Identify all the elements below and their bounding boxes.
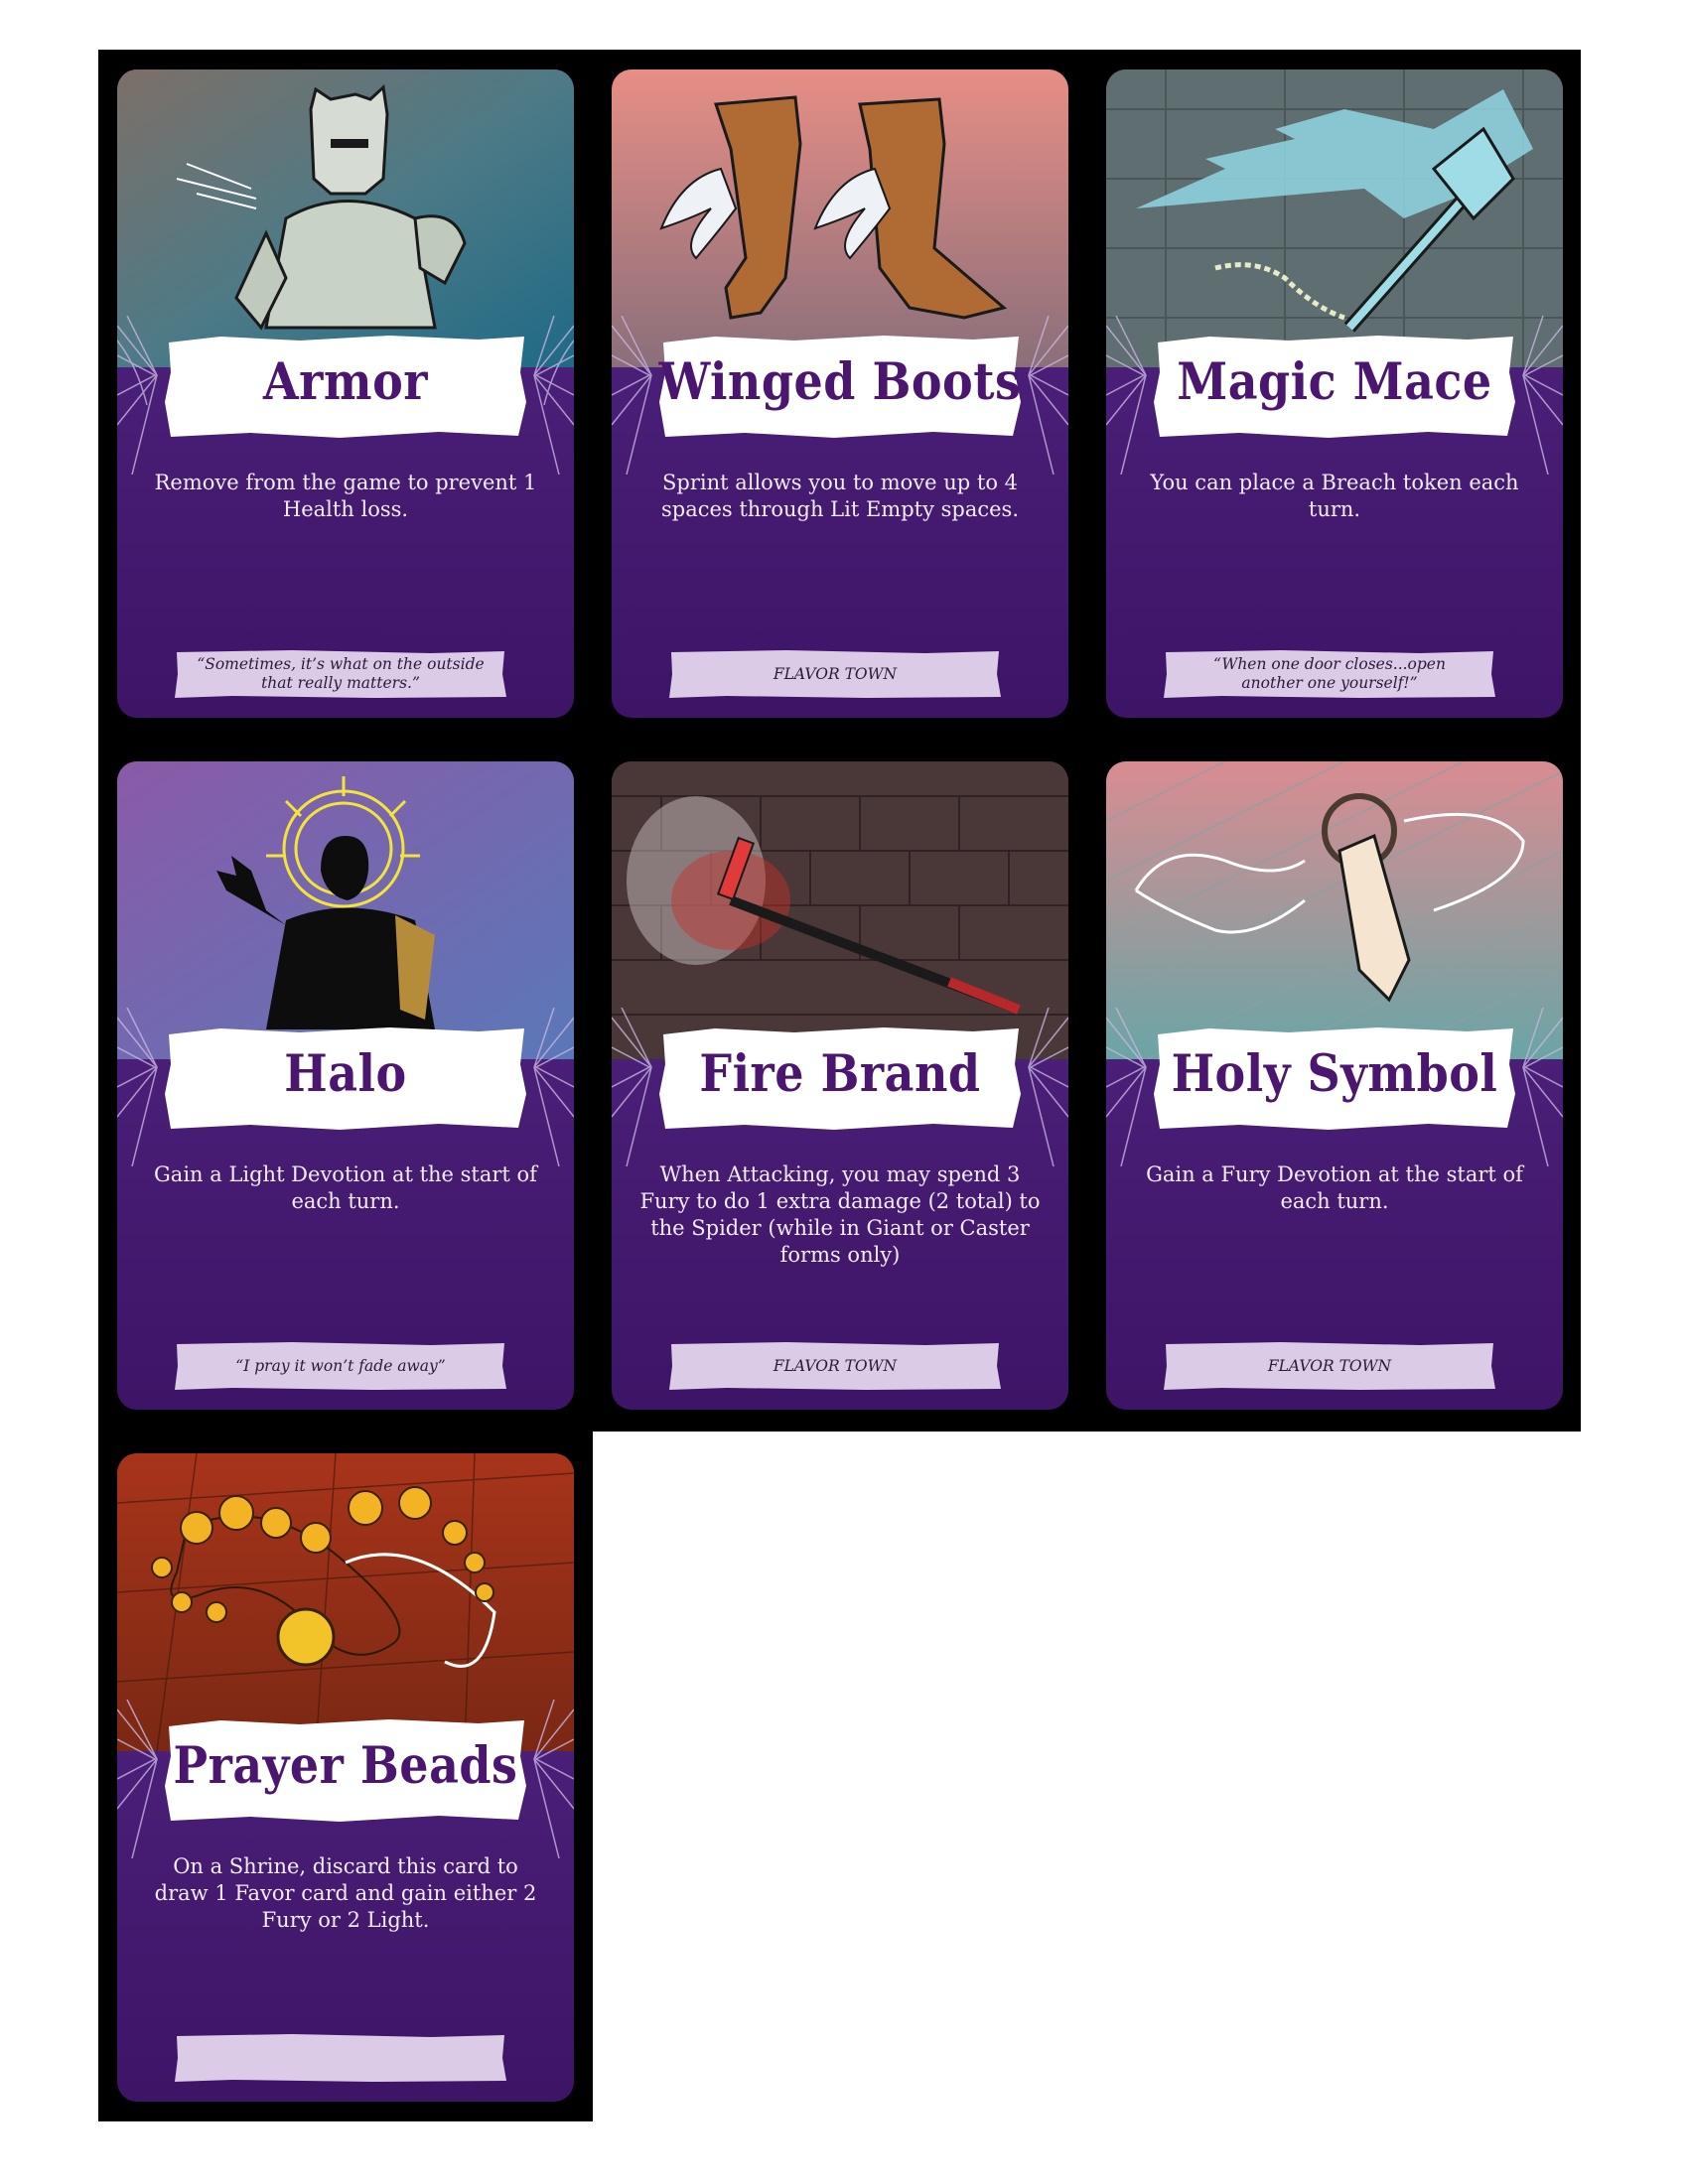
card-title: Magic Mace	[1177, 350, 1492, 412]
card-title: Prayer Beads	[173, 1734, 518, 1796]
card-title: Fire Brand	[699, 1042, 981, 1104]
card-holy-symbol[interactable]: Holy Symbol Gain a Fury Devotion at the …	[1106, 761, 1563, 1410]
flavor-text: FLAVOR TOWN	[773, 664, 898, 683]
card-title: Holy Symbol	[1171, 1042, 1498, 1104]
flavor-banner	[173, 2032, 508, 2084]
card-description: When Attacking, you may spend 3 Fury to …	[639, 1162, 1041, 1267]
flavor-banner: FLAVOR TOWN	[667, 1340, 1003, 1392]
flavor-banner: “Sometimes, it’s what on the outside tha…	[173, 648, 508, 700]
card-title: Halo	[284, 1042, 407, 1104]
flavor-banner: “When one door closes...open another one…	[1162, 648, 1497, 700]
card-description: Gain a Light Devotion at the start of ea…	[154, 1162, 537, 1213]
title-banner: Armor	[161, 333, 530, 440]
card-description: You can place a Breach token each turn.	[1150, 471, 1519, 521]
card-title: Winged Boots	[658, 350, 1022, 412]
flavor-text: “I pray it won’t fade away”	[235, 1356, 446, 1375]
title-banner: Winged Boots	[655, 333, 1025, 440]
card-description: Gain a Fury Devotion at the start of eac…	[1146, 1162, 1523, 1213]
flavor-banner: FLAVOR TOWN	[667, 648, 1003, 700]
card-fire-brand[interactable]: Fire Brand When Attacking, you may spend…	[612, 761, 1068, 1410]
card-description: Remove from the game to prevent 1 Health…	[154, 471, 537, 521]
flavor-text: “Sometimes, it’s what on the outside tha…	[197, 655, 485, 692]
title-banner: Fire Brand	[655, 1024, 1025, 1132]
card-title: Armor	[262, 350, 428, 412]
card-winged-boots[interactable]: Winged Boots Sprint allows you to move u…	[612, 69, 1068, 718]
title-banner: Magic Mace	[1150, 333, 1519, 440]
flavor-banner: FLAVOR TOWN	[1162, 1340, 1497, 1392]
title-banner: Holy Symbol	[1150, 1024, 1519, 1132]
flavor-text: “When one door closes...open another one…	[1213, 655, 1446, 692]
card-magic-mace[interactable]: Magic Mace You can place a Breach token …	[1106, 69, 1563, 718]
card-description: On a Shrine, discard this card to draw 1…	[154, 1854, 537, 1932]
flavor-text: FLAVOR TOWN	[773, 1356, 898, 1375]
flavor-text	[193, 2032, 489, 2084]
title-banner: Halo	[161, 1024, 530, 1132]
card-armor[interactable]: Armor Remove from the game to prevent 1 …	[117, 69, 574, 718]
card-halo[interactable]: Halo Gain a Light Devotion at the start …	[117, 761, 574, 1410]
card-description: Sprint allows you to move up to 4 spaces…	[660, 471, 1019, 521]
card-prayer-beads[interactable]: Prayer Beads On a Shrine, discard this c…	[117, 1453, 574, 2102]
flavor-banner: “I pray it won’t fade away”	[173, 1340, 508, 1392]
title-banner: Prayer Beads	[161, 1716, 530, 1824]
flavor-text: FLAVOR TOWN	[1267, 1356, 1392, 1375]
